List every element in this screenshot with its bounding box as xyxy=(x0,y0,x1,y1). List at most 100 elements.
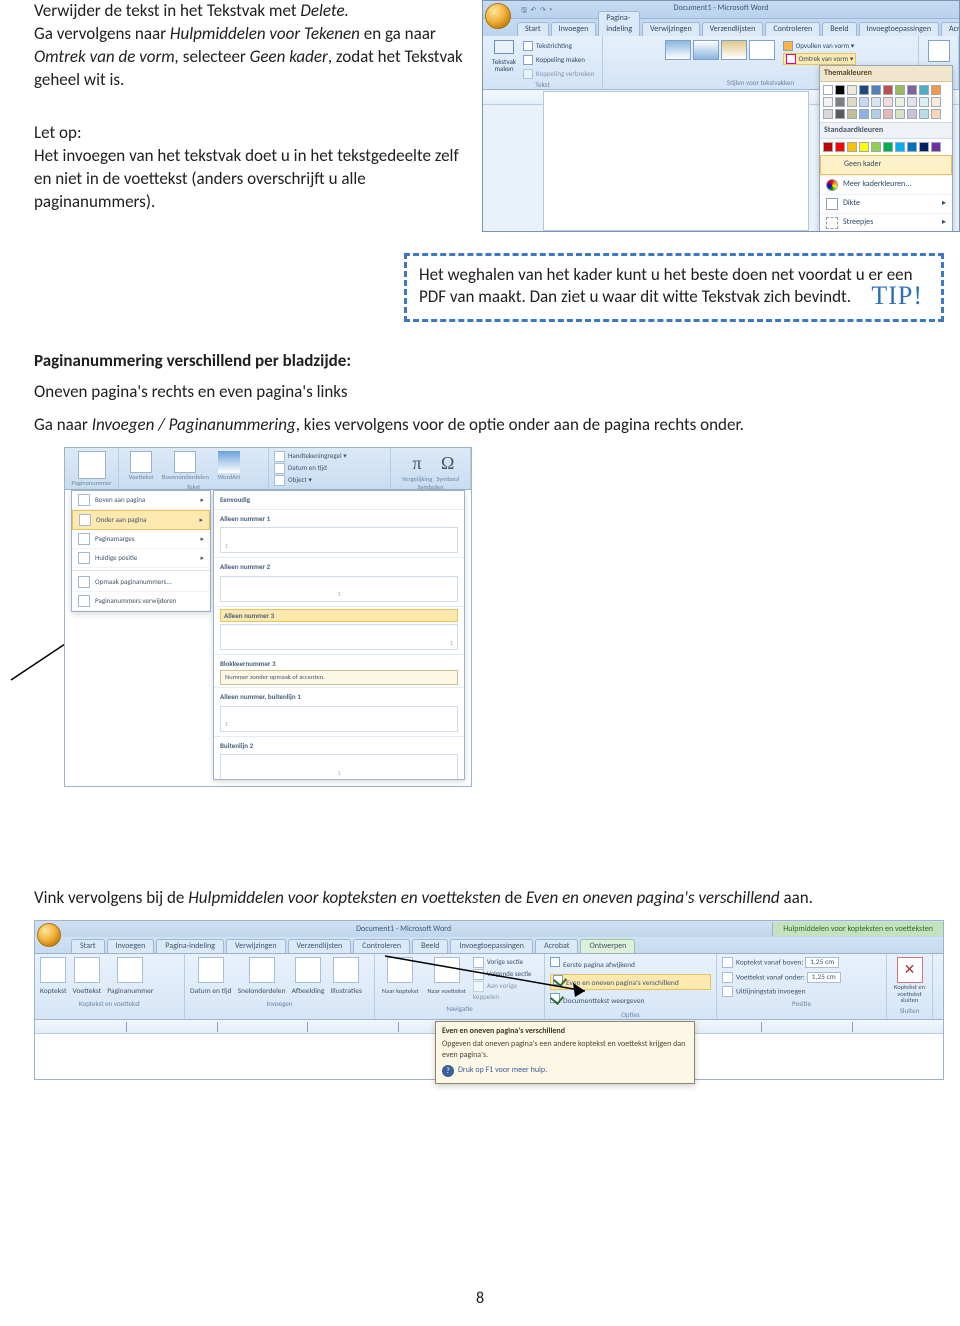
footer-icon[interactable] xyxy=(74,957,100,983)
shape-fill[interactable]: Opvullen van vorm ▾ xyxy=(783,40,857,52)
color-swatch[interactable] xyxy=(835,142,845,152)
color-swatch[interactable] xyxy=(871,97,881,107)
color-swatch[interactable] xyxy=(895,109,905,119)
color-swatch[interactable] xyxy=(895,142,905,152)
text-direction[interactable]: Tekstrichting xyxy=(523,40,594,52)
datetime-icon[interactable] xyxy=(198,957,224,983)
color-swatch[interactable] xyxy=(895,97,905,107)
style-thumb-icon[interactable] xyxy=(693,40,719,60)
menu-bottom-of-page[interactable]: Onder aan pagina▸ xyxy=(72,510,210,530)
color-swatch[interactable] xyxy=(859,97,869,107)
color-swatch[interactable] xyxy=(883,109,893,119)
tab-start[interactable]: Start xyxy=(517,22,549,36)
more-colors-item[interactable]: Meer kaderkleuren... xyxy=(820,175,952,194)
menu-remove[interactable]: Paginanummers verwijderen xyxy=(72,592,210,611)
menu-margins[interactable]: Paginamarges▸ xyxy=(72,530,210,549)
color-swatch[interactable] xyxy=(847,85,857,95)
footer-icon[interactable] xyxy=(130,451,152,473)
office-button-icon[interactable] xyxy=(37,923,61,947)
shape-outline[interactable]: Omtrek van vorm ▾ xyxy=(783,53,857,65)
quickparts-icon[interactable] xyxy=(249,957,275,983)
color-swatch[interactable] xyxy=(859,109,869,119)
wordart-icon[interactable] xyxy=(218,451,240,473)
color-swatch[interactable] xyxy=(859,85,869,95)
style-thumb-icon[interactable] xyxy=(749,40,775,60)
signature-line[interactable]: Handtekeningregel ▾ xyxy=(274,451,385,462)
color-swatch[interactable] xyxy=(871,85,881,95)
color-swatch[interactable] xyxy=(931,109,941,119)
no-outline-item[interactable]: Geen kader xyxy=(820,155,952,175)
thumb[interactable]: 1 xyxy=(220,706,458,732)
header-from-top[interactable]: Koptekst vanaf boven: 1,25 cm xyxy=(722,957,881,968)
menu-top-of-page[interactable]: Boven aan pagina▸ xyxy=(72,491,210,510)
tab-invoegtoepassingen[interactable]: Invoegtoepassingen xyxy=(859,22,939,36)
tab-acrobat[interactable]: Acrobat xyxy=(941,22,960,36)
tab-pagina-indeling[interactable]: Pagina-indeling xyxy=(598,11,640,36)
tab-verzendlijsten[interactable]: Verzendlijsten xyxy=(702,22,764,36)
menu-format[interactable]: Opmaak paginanummers... xyxy=(72,573,210,592)
tab-verwijzingen[interactable]: Verwijzingen xyxy=(226,939,286,953)
thumb[interactable]: 1 xyxy=(220,754,458,780)
thumb[interactable]: 1 xyxy=(220,624,458,650)
color-swatch[interactable] xyxy=(919,85,929,95)
color-swatch[interactable] xyxy=(835,97,845,107)
picture-icon[interactable] xyxy=(295,957,321,983)
thumb[interactable]: 1 xyxy=(220,576,458,602)
object[interactable]: Object ▾ xyxy=(274,475,385,486)
tab-start[interactable]: Start xyxy=(71,939,105,953)
tab-verwijzingen[interactable]: Verwijzingen xyxy=(642,22,700,36)
dashes-item[interactable]: Streepjes▸ xyxy=(820,213,952,232)
tab-pagina-indeling[interactable]: Pagina-indeling xyxy=(156,939,224,953)
style-thumb-icon[interactable] xyxy=(721,40,747,60)
weight-item[interactable]: Dikte▸ xyxy=(820,194,952,213)
color-swatch[interactable] xyxy=(919,109,929,119)
insert-align-tab[interactable]: Uitlijningstab invoegen xyxy=(722,986,881,997)
close-header-footer-icon[interactable]: ✕ xyxy=(897,957,923,983)
page-number-icon[interactable] xyxy=(78,451,106,479)
color-swatch[interactable] xyxy=(859,142,869,152)
color-swatch[interactable] xyxy=(919,142,929,152)
color-swatch[interactable] xyxy=(907,85,917,95)
style-thumb-icon[interactable] xyxy=(665,40,691,60)
pi-icon[interactable]: π xyxy=(413,453,422,473)
color-swatch[interactable] xyxy=(835,85,845,95)
color-swatch[interactable] xyxy=(883,142,893,152)
date-time[interactable]: Datum en tijd xyxy=(274,463,385,474)
textbox-icon[interactable] xyxy=(494,40,514,54)
pagenumber-icon[interactable] xyxy=(117,957,143,983)
header-icon[interactable] xyxy=(40,957,66,983)
color-swatch[interactable] xyxy=(847,142,857,152)
color-swatch[interactable] xyxy=(823,85,833,95)
color-swatch[interactable] xyxy=(931,97,941,107)
color-swatch[interactable] xyxy=(847,97,857,107)
tab-invoegen[interactable]: Invoegen xyxy=(107,939,155,953)
color-swatch[interactable] xyxy=(883,97,893,107)
shadow-icon[interactable] xyxy=(928,40,950,62)
clipart-icon[interactable] xyxy=(333,957,359,983)
omega-icon[interactable]: Ω xyxy=(441,453,454,473)
tab-invoegen[interactable]: Invoegen xyxy=(551,22,597,36)
color-swatch[interactable] xyxy=(919,97,929,107)
footer-from-bottom[interactable]: Voettekst vanaf onder: 1,25 cm xyxy=(722,972,881,983)
link-create[interactable]: Koppeling maken xyxy=(523,54,594,66)
color-swatch[interactable] xyxy=(847,109,857,119)
color-swatch[interactable] xyxy=(907,142,917,152)
color-swatch[interactable] xyxy=(883,85,893,95)
color-swatch[interactable] xyxy=(931,85,941,95)
color-swatch[interactable] xyxy=(835,109,845,119)
thumb[interactable]: 1 xyxy=(220,527,458,553)
color-swatch[interactable] xyxy=(823,97,833,107)
color-swatch[interactable] xyxy=(931,142,941,152)
color-swatch[interactable] xyxy=(871,109,881,119)
tab-verzendlijsten[interactable]: Verzendlijsten xyxy=(288,939,352,953)
menu-current-pos[interactable]: Huidige positie▸ xyxy=(72,549,210,568)
quickparts-icon[interactable] xyxy=(174,451,196,473)
quick-access-toolbar[interactable]: 🖫 ↶ ↷ ▾ xyxy=(521,5,553,14)
color-swatch[interactable] xyxy=(895,85,905,95)
color-swatch[interactable] xyxy=(907,109,917,119)
color-swatch[interactable] xyxy=(907,97,917,107)
tab-controleren[interactable]: Controleren xyxy=(765,22,820,36)
pagenumber-gallery[interactable]: Eenvoudig Alleen nummer 11 Alleen nummer… xyxy=(213,490,465,780)
color-swatch[interactable] xyxy=(823,109,833,119)
color-swatch[interactable] xyxy=(871,142,881,152)
